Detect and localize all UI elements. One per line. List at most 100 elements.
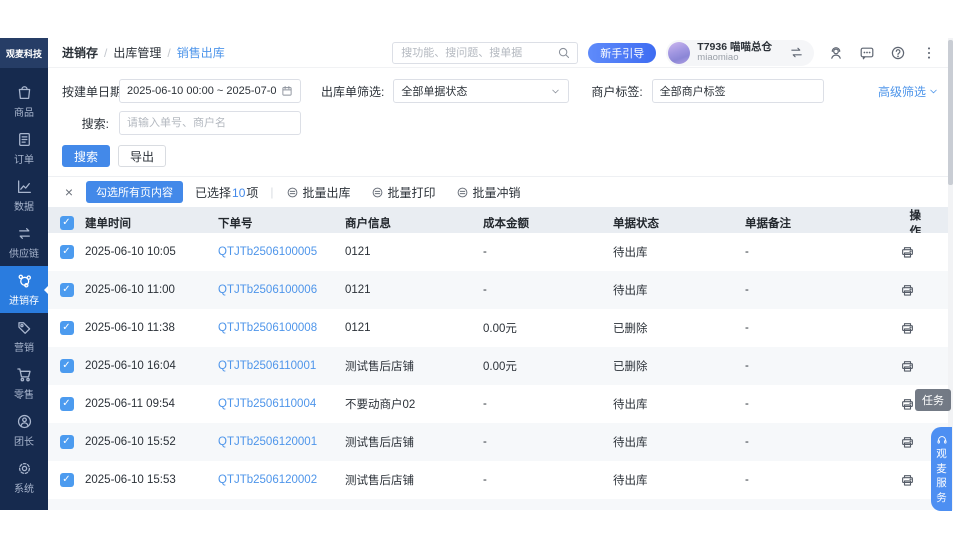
tag-icon	[16, 319, 33, 336]
column-header-4: 单据状态	[613, 215, 745, 231]
table-row: ✓2025-06-10 15:52QTJTb2506120001测试售后店铺-待…	[48, 423, 953, 461]
avatar[interactable]	[668, 42, 690, 64]
merchant-tag-field[interactable]	[652, 79, 824, 103]
date-range-picker[interactable]	[119, 79, 301, 103]
service-icon[interactable]	[828, 45, 844, 61]
sidebar-item-label: 营销	[14, 339, 34, 354]
sidebar-item-cart[interactable]: 零售	[0, 360, 48, 407]
printer-icon[interactable]	[900, 397, 915, 412]
breadcrumb-item-1[interactable]: 出库管理	[113, 44, 161, 61]
cell-note: -	[745, 474, 900, 486]
cell-create-time: 2025-06-10 11:00	[85, 284, 218, 296]
chart-icon	[16, 178, 33, 195]
cell-note: -	[745, 398, 900, 410]
filter-row-3: 搜索 导出	[62, 145, 939, 167]
row-checkbox[interactable]: ✓	[60, 283, 74, 297]
order-number-link[interactable]: QTJTb2506100008	[218, 322, 345, 334]
sidebar-item-label: 系统	[14, 480, 34, 495]
global-search-input[interactable]	[401, 47, 553, 59]
selected-suffix: 项	[246, 186, 258, 200]
order-number-link[interactable]: QTJTb2506100005	[218, 246, 345, 258]
order-number-link[interactable]: QTJTb2506110004	[218, 398, 345, 410]
service-tab[interactable]: 观麦服务	[931, 427, 952, 511]
batch-print-button[interactable]: 批量打印	[371, 184, 436, 201]
search-button[interactable]: 搜索	[62, 145, 110, 167]
cell-create-time: 2025-06-10 15:53	[85, 474, 218, 486]
breadcrumb-separator: /	[167, 46, 170, 60]
row-checkbox[interactable]: ✓	[60, 473, 74, 487]
scrollbar-thumb[interactable]	[948, 40, 953, 185]
cart-icon	[16, 366, 33, 383]
row-checkbox[interactable]: ✓	[60, 397, 74, 411]
export-button[interactable]: 导出	[118, 145, 166, 167]
breadcrumb-item-2[interactable]: 销售出库	[177, 44, 225, 61]
breadcrumb-item-0[interactable]: 进销存	[62, 44, 98, 61]
search-icon[interactable]	[557, 46, 571, 60]
row-checkbox[interactable]: ✓	[60, 435, 74, 449]
cell-note: -	[745, 246, 900, 258]
advanced-filter-label: 高级筛选	[878, 83, 926, 100]
row-checkbox[interactable]: ✓	[60, 245, 74, 259]
filter-row-2: 搜索:	[62, 111, 939, 135]
keyword-input[interactable]	[127, 117, 293, 129]
status-filter-label: 出库单筛选:	[321, 83, 384, 100]
calendar-icon[interactable]	[281, 85, 293, 97]
advanced-filter-link[interactable]: 高级筛选	[878, 83, 939, 100]
table-body: ✓2025-06-10 10:05QTJTb25061000050121-待出库…	[48, 233, 953, 510]
service-tab-char: 务	[936, 492, 947, 505]
select-all-pages-button[interactable]: 勾选所有页内容	[86, 181, 183, 203]
printer-icon[interactable]	[900, 321, 915, 336]
cell-cost-amount: -	[483, 436, 613, 448]
chevron-down-icon	[550, 86, 561, 97]
order-number-link[interactable]: QTJTb2506120001	[218, 436, 345, 448]
filter-row-1: 按建单日期 出库单筛选: 全部单据状态 商户标签:	[62, 79, 939, 103]
date-range-input[interactable]	[127, 85, 276, 97]
batch-outbound-button[interactable]: 批量出库	[286, 184, 351, 201]
row-checkbox[interactable]: ✓	[60, 359, 74, 373]
cell-merchant: 不要动商户02	[345, 396, 483, 412]
order-number-link[interactable]: QTJTb2506120002	[218, 474, 345, 486]
newbie-guide-button[interactable]: 新手引导	[588, 43, 656, 63]
help-icon[interactable]	[890, 45, 906, 61]
gear-icon	[16, 460, 33, 477]
sidebar-item-bag[interactable]: 商品	[0, 78, 48, 125]
sidebar-item-person[interactable]: 团长	[0, 407, 48, 454]
user-pill[interactable]: T7936 喵喵总仓 miaomiao	[666, 40, 814, 66]
global-search-box[interactable]	[392, 42, 578, 64]
sidebar-item-tag[interactable]: 营销	[0, 313, 48, 360]
more-icon[interactable]	[921, 45, 937, 61]
order-number-link[interactable]: QTJTb2506100006	[218, 284, 345, 296]
task-tab[interactable]: 任务	[915, 389, 951, 411]
cell-merchant: 0121	[345, 246, 483, 258]
select-all-checkbox[interactable]: ✓	[60, 216, 74, 230]
status-select[interactable]: 全部单据状态	[393, 79, 569, 103]
printer-icon[interactable]	[900, 435, 915, 450]
printer-icon[interactable]	[900, 473, 915, 488]
close-selection-icon[interactable]: ×	[62, 184, 76, 200]
date-type-dropdown[interactable]: 按建单日期	[62, 83, 119, 100]
batch-writeoff-button[interactable]: 批量冲销	[456, 184, 521, 201]
sidebar-item-order[interactable]: 订单	[0, 125, 48, 172]
order-number-link[interactable]: QTJTb2506110001	[218, 360, 345, 372]
column-header-1: 下单号	[218, 215, 345, 231]
printer-icon[interactable]	[900, 359, 915, 374]
sidebar-item-supply[interactable]: 供应链	[0, 219, 48, 266]
switch-account-icon[interactable]	[789, 45, 804, 60]
row-checkbox[interactable]: ✓	[60, 321, 74, 335]
printer-icon[interactable]	[900, 283, 915, 298]
table-header-row: ✓ 建单时间下单号商户信息成本金额单据状态单据备注操作	[48, 207, 953, 233]
chevron-down-icon	[928, 86, 939, 97]
chat-icon[interactable]	[859, 45, 875, 61]
keyword-field[interactable]	[119, 111, 301, 135]
cell-note: -	[745, 284, 900, 296]
sidebar-item-label: 数据	[14, 198, 34, 213]
sidebar-item-inventory[interactable]: 进销存	[0, 266, 48, 313]
merchant-tag-input[interactable]	[660, 85, 816, 97]
column-header-2: 商户信息	[345, 215, 483, 231]
printer-icon[interactable]	[900, 245, 915, 260]
sidebar-item-chart[interactable]: 数据	[0, 172, 48, 219]
sidebar-item-gear[interactable]: 系统	[0, 454, 48, 501]
outbound-orders-table: ✓ 建单时间下单号商户信息成本金额单据状态单据备注操作 ✓2025-06-10 …	[48, 207, 953, 510]
headset-icon	[936, 434, 948, 446]
selected-count: 10	[231, 186, 246, 200]
